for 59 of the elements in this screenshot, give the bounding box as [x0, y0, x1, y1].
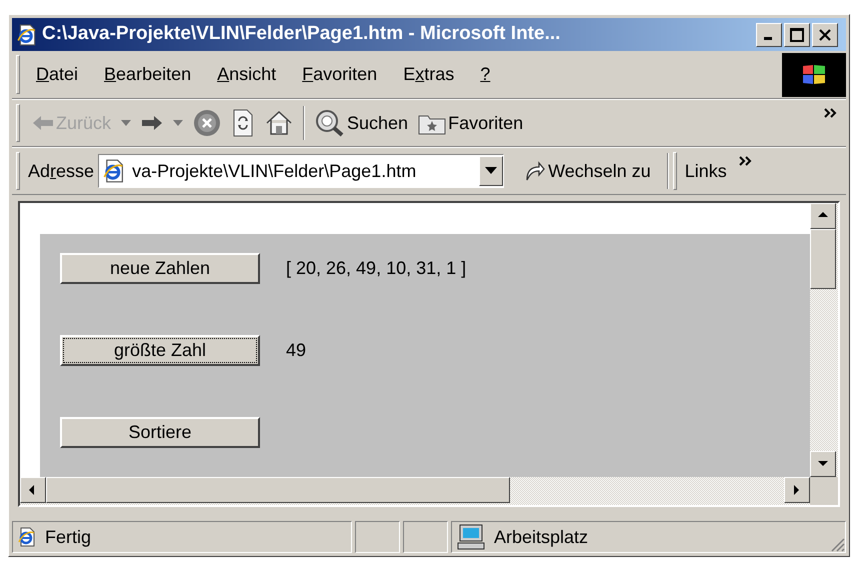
dropdown-caret-icon	[121, 120, 132, 126]
status-panel	[403, 521, 448, 553]
minimize-icon	[764, 37, 772, 40]
vertical-scrollbar[interactable]	[810, 203, 838, 477]
scroll-right-button[interactable]	[784, 477, 810, 503]
window-title: C:\Java-Projekte\VLIN\Felder\Page1.htm - Microsoft Inte...	[42, 22, 562, 46]
go-button[interactable]: Wechseln zu	[524, 158, 651, 184]
address-dropdown-button[interactable]	[479, 156, 504, 186]
home-icon	[265, 110, 294, 136]
menu-item[interactable]: Favoriten	[302, 61, 378, 88]
address-field[interactable]: va-Projekte\VLIN\Felder\Page1.htm	[98, 154, 504, 188]
action-button[interactable]: Sortiere	[60, 417, 260, 448]
minimize-button[interactable]	[756, 22, 782, 46]
scroll-thumb[interactable]	[46, 477, 510, 503]
menu-item[interactable]: ?	[480, 61, 490, 88]
status-panel	[355, 521, 400, 553]
address-label: Adresse	[28, 160, 94, 182]
scroll-thumb[interactable]	[810, 229, 836, 289]
stop-icon	[193, 109, 222, 137]
favorites-button[interactable]: Favoriten	[418, 110, 524, 136]
maximize-icon	[790, 28, 804, 42]
output-text: 49	[286, 339, 306, 362]
computer-icon	[456, 524, 486, 550]
back-arrow-icon	[32, 115, 54, 131]
zone-text: Arbeitsplatz	[494, 526, 588, 549]
maximize-button[interactable]	[784, 22, 810, 46]
throbber-logo	[782, 52, 846, 96]
search-icon	[315, 109, 346, 137]
menu-item[interactable]: Ansicht	[217, 61, 276, 88]
home-button[interactable]	[265, 110, 294, 136]
horizontal-scrollbar[interactable]	[20, 477, 810, 505]
more-chevron-icon[interactable]	[824, 108, 838, 118]
action-button[interactable]: neue Zahlen	[60, 253, 260, 284]
curved-arrow-icon	[524, 160, 546, 182]
links-button[interactable]: Links	[684, 158, 727, 184]
scroll-left-button[interactable]	[20, 477, 46, 503]
search-button[interactable]: Suchen	[315, 109, 408, 137]
browser-page-icon	[16, 24, 38, 46]
scroll-down-button[interactable]	[810, 451, 836, 477]
scroll-up-button[interactable]	[810, 203, 836, 229]
resize-grip-icon[interactable]	[829, 536, 845, 552]
action-button[interactable]: größte Zahl	[60, 335, 260, 366]
menu-item[interactable]: Datei	[36, 61, 78, 88]
output-text: [ 20, 26, 49, 10, 31, 1 ]	[286, 257, 466, 280]
close-icon	[818, 28, 832, 42]
forward-arrow-icon	[141, 115, 164, 131]
address-text: va-Projekte\VLIN\Felder\Page1.htm	[132, 160, 418, 183]
close-button[interactable]	[812, 22, 838, 46]
dropdown-caret-icon	[173, 120, 184, 126]
caret-down-icon	[485, 167, 498, 175]
menu-item[interactable]: Bearbeiten	[104, 61, 192, 88]
browser-page-icon	[17, 527, 37, 547]
forward-button[interactable]	[141, 115, 164, 131]
refresh-icon	[231, 109, 256, 137]
more-chevron-icon[interactable]	[738, 156, 753, 166]
stop-button[interactable]	[193, 109, 222, 137]
refresh-button[interactable]	[231, 109, 256, 137]
menu-item[interactable]: Extras	[403, 61, 454, 88]
status-text: Fertig	[45, 526, 92, 549]
